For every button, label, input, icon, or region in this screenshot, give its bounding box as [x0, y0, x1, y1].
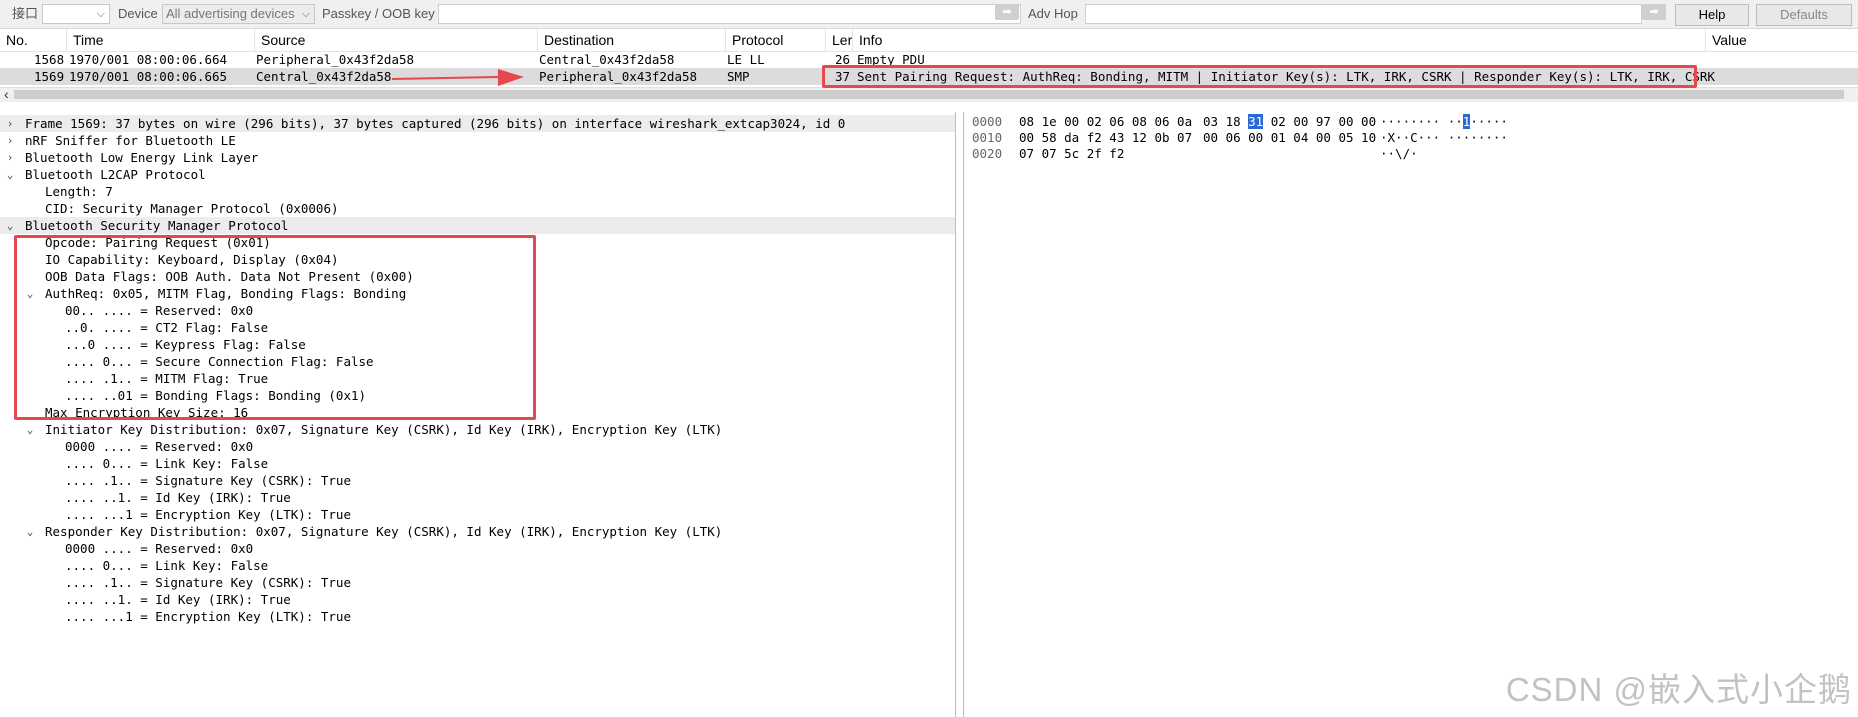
- watermark: CSDN @嵌入式小企鹅: [1505, 671, 1852, 708]
- annotation-arrow-icon: [391, 69, 524, 86]
